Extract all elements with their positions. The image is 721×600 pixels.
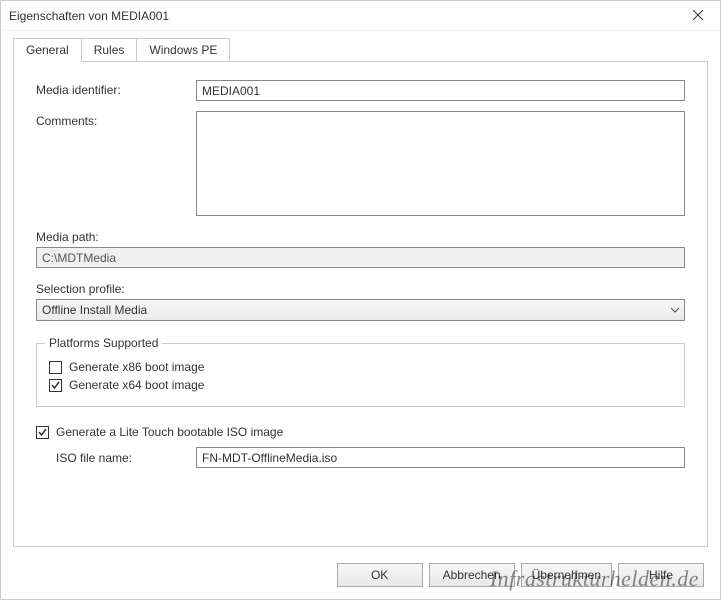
cancel-button[interactable]: Abbrechen — [429, 563, 515, 587]
media-path-input — [36, 247, 685, 268]
chevron-down-icon — [671, 303, 679, 317]
tab-rules[interactable]: Rules — [81, 38, 138, 62]
button-bar: OK Abbrechen Übernehmen Hilfe — [1, 555, 720, 599]
x64-checkbox[interactable] — [49, 379, 62, 392]
comments-row: Comments: — [36, 111, 685, 216]
platforms-fieldset: Platforms Supported Generate x86 boot im… — [36, 343, 685, 407]
media-identifier-input[interactable] — [196, 80, 685, 101]
x86-checkbox-label: Generate x86 boot image — [69, 360, 204, 374]
tab-general[interactable]: General — [13, 38, 82, 62]
properties-dialog: Eigenschaften von MEDIA001 General Rules… — [0, 0, 721, 600]
tab-panel-general: Media identifier: Comments: Media path: … — [13, 61, 708, 547]
comments-textarea[interactable] — [196, 111, 685, 216]
close-icon — [693, 9, 703, 23]
media-identifier-label: Media identifier: — [36, 80, 196, 97]
media-path-group: Media path: — [36, 230, 685, 268]
selection-profile-label: Selection profile: — [36, 282, 685, 296]
iso-filename-row: ISO file name: — [36, 447, 685, 468]
x86-checkbox[interactable] — [49, 361, 62, 374]
apply-button[interactable]: Übernehmen — [521, 563, 612, 587]
selection-profile-group: Selection profile: Offline Install Media — [36, 282, 685, 321]
iso-filename-input[interactable] — [196, 447, 685, 468]
comments-label: Comments: — [36, 111, 196, 128]
gen-iso-row: Generate a Lite Touch bootable ISO image — [36, 425, 685, 439]
media-path-label: Media path: — [36, 230, 685, 244]
platforms-legend: Platforms Supported — [45, 336, 162, 350]
gen-iso-label: Generate a Lite Touch bootable ISO image — [56, 425, 283, 439]
media-identifier-row: Media identifier: — [36, 80, 685, 101]
iso-filename-label: ISO file name: — [56, 451, 196, 465]
window-title: Eigenschaften von MEDIA001 — [9, 9, 169, 23]
x64-checkbox-label: Generate x64 boot image — [69, 378, 204, 392]
gen-iso-checkbox[interactable] — [36, 426, 49, 439]
ok-button[interactable]: OK — [337, 563, 423, 587]
close-button[interactable] — [675, 1, 720, 30]
help-button[interactable]: Hilfe — [618, 563, 704, 587]
tab-windows-pe[interactable]: Windows PE — [136, 38, 230, 62]
selection-profile-select[interactable]: Offline Install Media — [36, 299, 685, 321]
iso-section: Generate a Lite Touch bootable ISO image… — [36, 425, 685, 468]
x86-checkbox-row: Generate x86 boot image — [49, 360, 672, 374]
x64-checkbox-row: Generate x64 boot image — [49, 378, 672, 392]
titlebar: Eigenschaften von MEDIA001 — [1, 1, 720, 31]
selection-profile-value: Offline Install Media — [42, 303, 147, 317]
tab-strip: General Rules Windows PE — [13, 38, 720, 62]
